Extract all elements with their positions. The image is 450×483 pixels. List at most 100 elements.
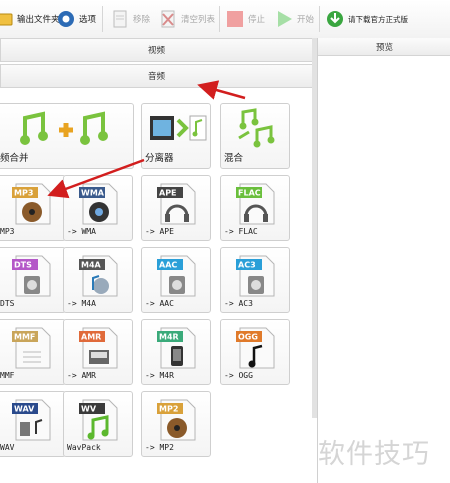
format-tile-aac[interactable]: AAC -> AAC — [141, 247, 211, 313]
folder-icon — [0, 13, 13, 26]
tab-audio[interactable]: 音频 — [0, 64, 313, 88]
remove-button[interactable]: 移除 — [110, 8, 150, 30]
audio-merge-icon — [20, 111, 108, 145]
format-tag: AC3 — [238, 261, 256, 270]
audio-merge-tile[interactable]: 频合并 — [0, 103, 134, 169]
format-label: -> OGG — [224, 371, 253, 380]
start-button[interactable]: 开始 — [274, 8, 314, 30]
gear-icon — [58, 11, 74, 27]
preview-header: 预览 — [318, 38, 450, 56]
format-label: -> AMR — [67, 371, 96, 380]
format-tile-mmf[interactable]: MMF MMF — [0, 319, 66, 385]
toolbar-divider — [219, 6, 220, 32]
format-label: -> AAC — [145, 299, 174, 308]
format-label: DTS — [0, 299, 15, 308]
format-label: MMF — [0, 371, 15, 380]
download-label: 请下载官方正式版 — [348, 14, 408, 24]
stop-icon — [227, 11, 243, 27]
toolbar: 输出文件夹 选项 移除 清空列表 停止 开始 请下载官方正式版 — [0, 0, 450, 39]
remove-label: 移除 — [133, 15, 151, 25]
format-label: -> M4A — [67, 299, 96, 308]
clear-list-label: 清空列表 — [181, 15, 216, 25]
m4r-file-icon: M4R — [157, 327, 196, 369]
tab-video[interactable]: 视频 — [0, 38, 313, 62]
format-label: -> WMA — [67, 227, 96, 236]
preview-title: 预览 — [375, 42, 393, 53]
start-label: 开始 — [297, 15, 315, 25]
format-tag: M4A — [81, 261, 102, 270]
format-label: WAV — [0, 443, 15, 452]
wv-file-icon: WV — [79, 399, 118, 441]
play-icon — [278, 11, 292, 27]
conversion-panel: 视频 音频 频合并 分离器 混合 MP3 MP3 WMA -> WMA APE -> AP… — [0, 38, 315, 483]
output-folder-label: 输出文件夹 — [17, 15, 60, 25]
format-tag: M4R — [159, 333, 179, 342]
stop-button[interactable]: 停止 — [225, 8, 265, 30]
format-label: WavPack — [67, 443, 101, 452]
audio-merge-label: 频合并 — [0, 153, 29, 164]
m4a-file-icon: M4A — [79, 255, 118, 297]
format-label: MP3 — [0, 227, 15, 236]
toolbar-divider — [102, 6, 103, 32]
format-tag: AAC — [159, 261, 177, 270]
tab-video-label: 视频 — [147, 46, 165, 56]
toolbar-divider — [319, 6, 320, 32]
options-label: 选项 — [79, 15, 97, 25]
audio-mix-icon — [238, 108, 275, 148]
mmf-file-icon: MMF — [12, 327, 51, 369]
mp3-file-icon: MP3 — [12, 183, 51, 225]
audio-splitter-tile[interactable]: 分离器 — [141, 103, 211, 169]
format-tag: FLAC — [238, 189, 261, 198]
format-tag: WAV — [14, 405, 35, 414]
ac3-file-icon: AC3 — [236, 255, 275, 297]
flac-file-icon: FLAC — [236, 183, 275, 225]
format-tile-ogg[interactable]: OGG -> OGG — [220, 319, 290, 385]
wma-file-icon: WMA — [79, 183, 118, 225]
format-tile-ac3[interactable]: AC3 -> AC3 — [220, 247, 290, 313]
format-tag: WV — [81, 405, 97, 414]
format-tile-wav[interactable]: WAV WAV — [0, 391, 66, 457]
clear-icon — [161, 10, 175, 28]
format-label: -> APE — [145, 227, 174, 236]
format-tag: DTS — [14, 261, 32, 270]
download-button[interactable]: 请下载官方正式版 — [325, 8, 408, 30]
format-tile-flac[interactable]: FLAC -> FLAC — [220, 175, 290, 241]
format-tag: OGG — [238, 333, 258, 342]
format-tile-ape[interactable]: APE -> APE — [141, 175, 211, 241]
document-icon — [113, 10, 127, 28]
options-button[interactable]: 选项 — [56, 8, 96, 30]
format-tile-wma[interactable]: WMA -> WMA — [63, 175, 133, 241]
ape-file-icon: APE — [157, 183, 196, 225]
audio-mix-label: 混合 — [224, 153, 244, 164]
watermark-text: 软件技巧 — [318, 439, 430, 470]
format-tile-dts[interactable]: DTS DTS — [0, 247, 66, 313]
format-tag: WMA — [81, 189, 105, 198]
format-tile-mp2[interactable]: MP2 -> MP2 — [141, 391, 211, 457]
format-tag: MMF — [14, 333, 35, 342]
audio-splitter-icon — [150, 115, 207, 141]
aac-file-icon: AAC — [157, 255, 196, 297]
format-tile-m4r[interactable]: M4R -> M4R — [141, 319, 211, 385]
format-label: -> FLAC — [224, 227, 258, 236]
mp2-file-icon: MP2 — [157, 399, 196, 441]
format-tile-amr[interactable]: AMR -> AMR — [63, 319, 133, 385]
audio-mix-tile[interactable]: 混合 — [220, 103, 290, 169]
format-label: -> MP2 — [145, 443, 174, 452]
dts-file-icon: DTS — [12, 255, 51, 297]
format-tile-mp3[interactable]: MP3 MP3 — [0, 175, 66, 241]
format-tag: APE — [159, 189, 177, 198]
clear-list-button[interactable]: 清空列表 — [158, 8, 215, 30]
output-folder-button[interactable]: 输出文件夹 — [0, 8, 60, 30]
tab-audio-label: 音频 — [147, 72, 165, 82]
stop-label: 停止 — [248, 15, 266, 25]
preview-panel: 预览 — [317, 38, 450, 483]
format-tile-m4a[interactable]: M4A -> M4A — [63, 247, 133, 313]
audio-splitter-label: 分离器 — [145, 153, 174, 164]
download-icon — [327, 11, 343, 27]
format-tile-wv[interactable]: WV WavPack — [63, 391, 133, 457]
format-label: -> AC3 — [224, 299, 253, 308]
format-label: -> M4R — [145, 371, 174, 380]
amr-file-icon: AMR — [79, 327, 118, 369]
wav-file-icon: WAV — [12, 399, 51, 441]
format-tag: MP3 — [14, 189, 33, 198]
